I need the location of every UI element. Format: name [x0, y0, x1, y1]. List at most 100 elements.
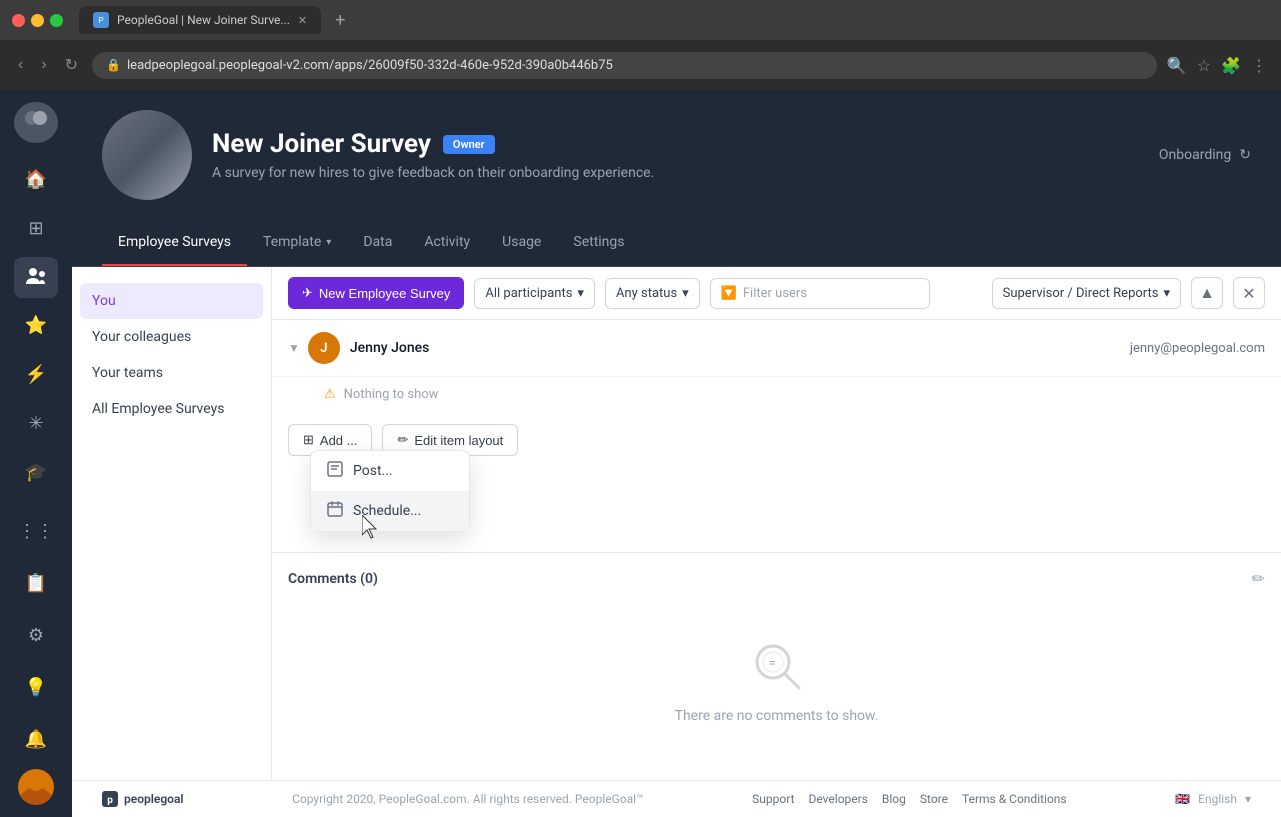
sidebar-bottom: ⋮⋮ 📋 ⚙ 💡 🔔 — [14, 509, 58, 805]
status-select[interactable]: Any status ▾ — [605, 278, 700, 309]
dropdown-item-schedule[interactable]: Schedule... — [311, 491, 469, 531]
language-chevron[interactable]: ▾ — [1245, 792, 1251, 806]
sidebar-item-settings[interactable]: ⚙ — [14, 613, 58, 657]
chevron-down-icon: ▾ — [577, 286, 584, 301]
sidebar-item-bolt[interactable]: ⚡ — [14, 354, 58, 395]
chevron-down-icon: ▾ — [326, 237, 331, 248]
browser-tab[interactable]: P PeopleGoal | New Joiner Surve... ✕ — [79, 6, 321, 34]
new-tab-button[interactable]: + — [335, 10, 345, 31]
main-content: New Joiner Survey Owner A survey for new… — [72, 90, 1281, 817]
traffic-lights — [12, 14, 63, 27]
sidebar-item-dashboard[interactable]: ⊞ — [14, 208, 58, 249]
minimize-button[interactable] — [31, 14, 44, 27]
tab-usage[interactable]: Usage — [486, 220, 557, 266]
close-filter-button[interactable]: ✕ — [1233, 277, 1265, 309]
sidebar-item-asterisk[interactable]: ✳ — [14, 403, 58, 444]
footer-copyright: Copyright 2020, PeopleGoal.com. All righ… — [292, 792, 644, 806]
tab-data[interactable]: Data — [347, 220, 408, 266]
survey-title: New Joiner Survey — [212, 129, 431, 159]
header-info: New Joiner Survey Owner A survey for new… — [212, 129, 1139, 181]
sidebar-item-star[interactable]: ⭐ — [14, 306, 58, 347]
url-text: leadpeoplegoal.peoplegoal-v2.com/apps/26… — [127, 58, 613, 73]
sidebar-item-table[interactable]: 📋 — [14, 561, 58, 605]
no-comments-text: There are no comments to show. — [675, 708, 879, 724]
sidebar-item-home[interactable]: 🏠 — [14, 159, 58, 200]
footer-link-blog[interactable]: Blog — [882, 792, 906, 806]
filter-icon: 🔽 — [721, 286, 737, 301]
footer-link-store[interactable]: Store — [920, 792, 948, 806]
left-panel: You Your colleagues Your teams All Emplo… — [72, 267, 272, 780]
warning-icon: ⚠ — [324, 387, 336, 402]
filter-placeholder: Filter users — [743, 286, 807, 301]
close-button[interactable] — [12, 14, 25, 27]
sidebar-item-bulb[interactable]: 💡 — [14, 665, 58, 709]
table-row: ▼ J Jenny Jones jenny@peoplegoal.com — [272, 320, 1281, 377]
footer-link-support[interactable]: Support — [752, 792, 794, 806]
nothing-to-show-row: ⚠ Nothing to show — [272, 377, 1281, 412]
svg-text:=: = — [769, 656, 776, 670]
page-header: New Joiner Survey Owner A survey for new… — [72, 90, 1281, 220]
left-panel-item-you[interactable]: You — [80, 283, 263, 319]
extensions-icon[interactable]: 🧩 — [1221, 56, 1241, 75]
sidebar-item-bell[interactable]: 🔔 — [14, 717, 58, 761]
content-area: You Your colleagues Your teams All Emplo… — [72, 267, 1281, 780]
tab-close-button[interactable]: ✕ — [298, 14, 307, 27]
sidebar-item-graduation[interactable]: 🎓 — [14, 452, 58, 493]
svg-text:p: p — [107, 795, 113, 806]
bookmark-icon[interactable]: ☆ — [1197, 56, 1211, 75]
nothing-label: Nothing to show — [344, 387, 439, 402]
user-avatar[interactable] — [18, 769, 54, 805]
user-email: jenny@peoplegoal.com — [1130, 341, 1265, 356]
sidebar-item-org[interactable]: ⋮⋮ — [14, 509, 58, 553]
add-icon: ⊞ — [303, 432, 314, 448]
sidebar: 🏠 ⊞ ⭐ ⚡ ✳ 🎓 ⋮⋮ 📋 ⚙ 💡 🔔 — [0, 90, 72, 817]
dropdown-menu: Post... Schedule... — [310, 450, 470, 532]
back-button[interactable]: ‹ — [14, 52, 27, 78]
nav-tabs: Employee Surveys Template ▾ Data Activit… — [72, 220, 1281, 267]
address-bar[interactable]: 🔒 leadpeoplegoal.peoplegoal-v2.com/apps/… — [92, 52, 1157, 79]
footer-links: Support Developers Blog Store Terms & Co… — [752, 792, 1066, 806]
tab-activity[interactable]: Activity — [408, 220, 486, 266]
tab-settings[interactable]: Settings — [557, 220, 640, 266]
sort-up-button[interactable]: ▲ — [1191, 277, 1223, 309]
app-logo — [14, 102, 58, 143]
left-panel-item-all-surveys[interactable]: All Employee Surveys — [72, 391, 271, 427]
filter-users-input[interactable]: 🔽 Filter users — [710, 278, 930, 309]
footer-link-terms[interactable]: Terms & Conditions — [962, 792, 1067, 806]
supervisor-select[interactable]: Supervisor / Direct Reports ▾ — [992, 278, 1181, 309]
chevron-down-icon: ▾ — [682, 286, 689, 301]
footer: p peoplegoal Copyright 2020, PeopleGoal.… — [72, 780, 1281, 817]
search-empty-icon: = — [751, 640, 803, 696]
forward-button[interactable]: › — [37, 52, 50, 78]
post-icon — [327, 461, 343, 481]
search-icon[interactable]: 🔍 — [1167, 56, 1187, 75]
edit-comment-icon[interactable]: ✏ — [1252, 569, 1265, 588]
tab-title: PeopleGoal | New Joiner Surve... — [117, 13, 290, 27]
refresh-icon[interactable]: ↻ — [1239, 147, 1251, 163]
new-survey-button[interactable]: ✈ New Employee Survey — [288, 277, 464, 309]
tab-template[interactable]: Template ▾ — [247, 220, 347, 266]
browser-addressbar: ‹ › ↻ 🔒 leadpeoplegoal.peoplegoal-v2.com… — [0, 40, 1281, 90]
onboarding-label: Onboarding — [1159, 147, 1231, 163]
browser-chrome: P PeopleGoal | New Joiner Surve... ✕ + ‹… — [0, 0, 1281, 90]
sidebar-item-people[interactable] — [14, 257, 58, 298]
send-icon: ✈ — [302, 285, 313, 301]
survey-description: A survey for new hires to give feedback … — [212, 165, 1139, 181]
footer-link-developers[interactable]: Developers — [809, 792, 868, 806]
expand-icon[interactable]: ▼ — [288, 341, 300, 355]
participants-select[interactable]: All participants ▾ — [474, 278, 595, 309]
menu-icon[interactable]: ⋮ — [1251, 56, 1267, 75]
edit-icon: ✏ — [397, 432, 408, 448]
header-right: Onboarding ↻ — [1159, 147, 1251, 163]
left-panel-item-teams[interactable]: Your teams — [72, 355, 271, 391]
comments-header: Comments (0) ✏ — [288, 569, 1265, 588]
dropdown-item-post[interactable]: Post... — [311, 451, 469, 491]
app: 🏠 ⊞ ⭐ ⚡ ✳ 🎓 ⋮⋮ 📋 ⚙ 💡 🔔 — [0, 90, 1281, 817]
fullscreen-button[interactable] — [50, 14, 63, 27]
left-panel-item-colleagues[interactable]: Your colleagues — [72, 319, 271, 355]
browser-titlebar: P PeopleGoal | New Joiner Surve... ✕ + — [0, 0, 1281, 40]
user-avatar-jenny: J — [308, 332, 340, 364]
reload-button[interactable]: ↻ — [61, 51, 82, 79]
comments-title: Comments (0) — [288, 571, 378, 587]
tab-employee-surveys[interactable]: Employee Surveys — [102, 220, 247, 266]
